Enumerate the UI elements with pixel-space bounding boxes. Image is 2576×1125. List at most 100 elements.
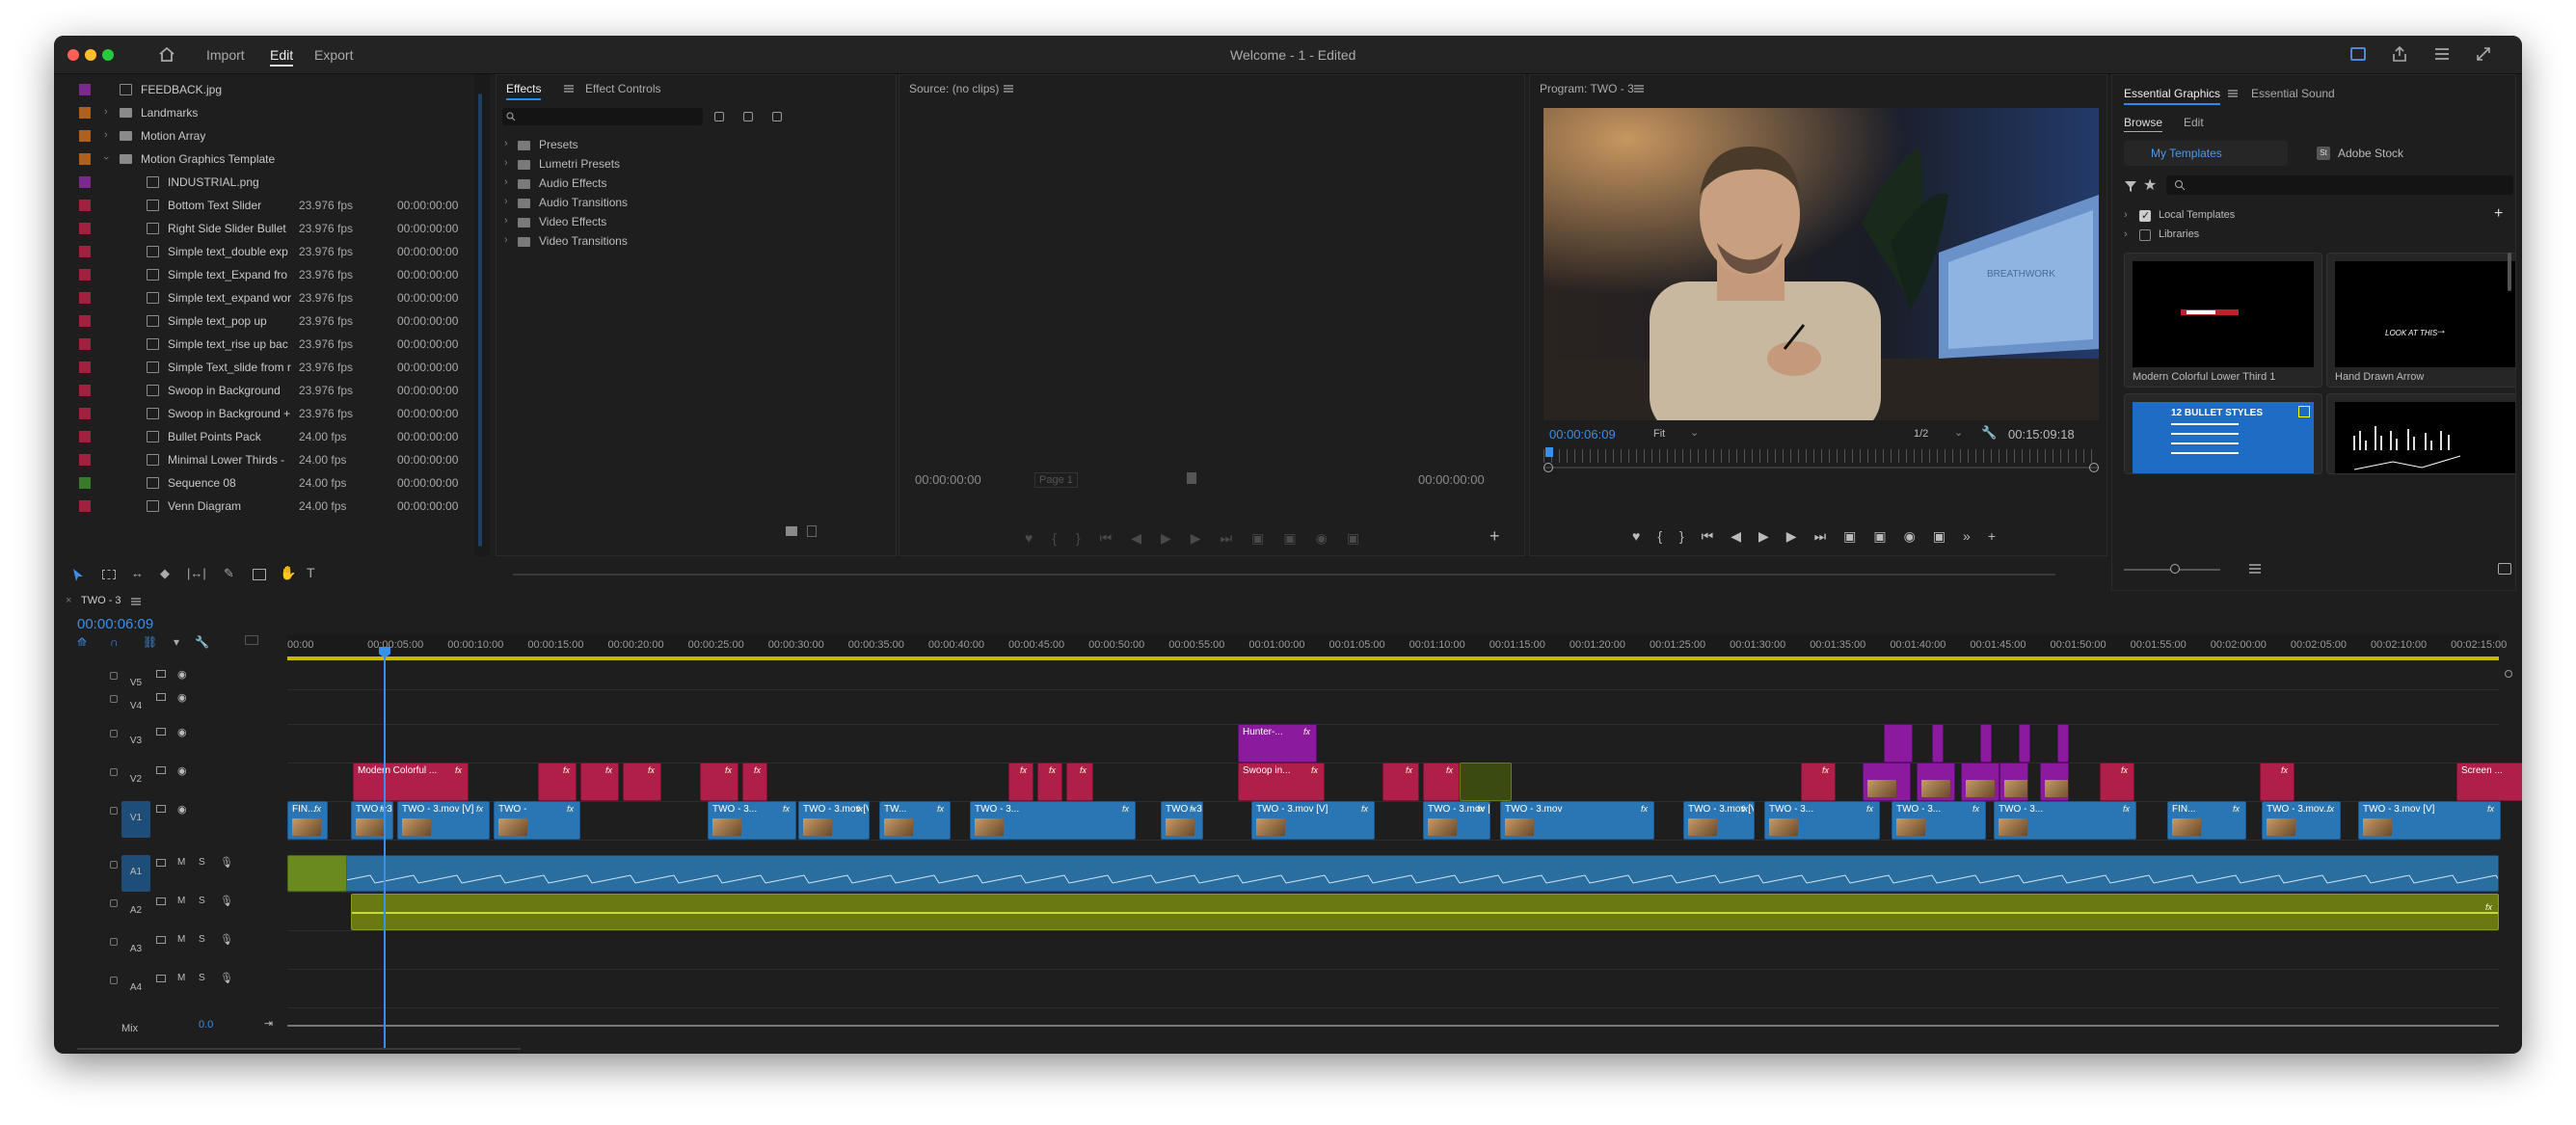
v1-clip[interactable]: TWO - 3.mov [V]fx <box>798 801 870 840</box>
ripple-edit-tool-icon[interactable]: ↔ <box>131 566 144 580</box>
v3-clip[interactable] <box>2019 724 2030 763</box>
accelerated-effects-icon[interactable] <box>714 112 724 121</box>
label-color-swatch[interactable] <box>79 130 91 142</box>
project-item[interactable]: Right Side Slider Bullet 23.976 fps 00:00:… <box>60 217 490 240</box>
mute-button[interactable]: M <box>177 896 185 906</box>
solo-button[interactable]: S <box>199 857 205 868</box>
a1-audio-clip[interactable] <box>287 855 2499 892</box>
v2-clip[interactable] <box>1460 763 1512 801</box>
eye-icon[interactable]: ◉ <box>177 764 187 777</box>
chevron-right-icon[interactable]: › <box>504 157 508 169</box>
label-color-swatch[interactable] <box>79 176 91 188</box>
panel-menu-icon[interactable] <box>2228 90 2238 97</box>
fit-select[interactable]: Fit <box>1653 428 1665 440</box>
v2-clip[interactable]: Swoop in... fx <box>1238 763 1325 801</box>
mix-keyframe-icon[interactable]: ⇥ <box>264 1017 273 1030</box>
project-item[interactable]: Simple text_double exp 23.976 fps 00:00:00… <box>60 240 490 263</box>
pen-tool-icon[interactable]: ✎ <box>224 566 234 581</box>
a2-music-clip[interactable]: fx <box>351 894 2499 930</box>
lock-icon[interactable] <box>110 695 118 703</box>
slip-tool-icon[interactable]: |↔| <box>187 566 206 580</box>
microphone-icon[interactable]: 🎙 <box>220 895 233 907</box>
mix-track-line[interactable] <box>287 1025 2499 1027</box>
v3-clip[interactable] <box>1884 724 1913 763</box>
project-item[interactable]: Minimal Lower Thirds - 24.00 fps 00:00:00:… <box>60 448 490 471</box>
chevron-down-icon[interactable]: ⌄ <box>1954 426 1963 439</box>
delete-icon[interactable] <box>807 525 817 537</box>
panel-menu-icon[interactable] <box>564 85 574 93</box>
my-templates-button[interactable]: My Templates <box>2124 141 2288 166</box>
program-video-frame[interactable]: BREATHWORK <box>1543 108 2099 420</box>
playhead[interactable] <box>384 649 386 1048</box>
chevron-right-icon[interactable]: › <box>104 106 108 118</box>
v2-clip[interactable] <box>1999 763 2028 801</box>
list-view-icon[interactable] <box>2249 563 2265 575</box>
adobe-stock-button[interactable]: St Adobe Stock <box>2292 141 2455 166</box>
v2-clip[interactable]: fx <box>1801 763 1836 801</box>
eye-icon[interactable]: ◉ <box>177 668 187 681</box>
label-color-swatch[interactable] <box>79 223 91 234</box>
label-color-swatch[interactable] <box>79 454 91 466</box>
toggle-sync-icon[interactable] <box>156 859 166 867</box>
add-marker-icon[interactable]: ▾ <box>174 635 179 649</box>
project-item[interactable]: FEEDBACK.jpg <box>60 78 490 101</box>
solo-button[interactable]: S <box>199 934 205 945</box>
chevron-down-icon[interactable]: ⌄ <box>1690 426 1699 439</box>
new-bin-icon[interactable] <box>786 526 797 536</box>
project-item[interactable]: Bottom Text Slider 23.976 fps 00:00:00:00 <box>60 194 490 217</box>
v2-clip[interactable]: fx <box>1037 763 1062 801</box>
toggle-sync-icon[interactable] <box>156 897 166 905</box>
solo-button[interactable]: S <box>199 973 205 983</box>
label-color-swatch[interactable] <box>79 269 91 281</box>
project-item[interactable]: Venn Diagram 24.00 fps 00:00:00:00 <box>60 495 490 518</box>
v3-clip[interactable]: Hunter-... fx <box>1238 724 1317 763</box>
fullscreen-icon[interactable] <box>2475 45 2492 63</box>
label-color-swatch[interactable] <box>79 315 91 327</box>
chevron-right-icon[interactable]: › <box>504 215 508 227</box>
panel-menu-icon[interactable] <box>1634 85 1644 93</box>
v2-clip[interactable]: fx <box>2100 763 2134 801</box>
v1-clip[interactable]: FIN... fx <box>287 801 328 840</box>
panel-menu-icon[interactable] <box>1004 85 1013 93</box>
v2-clip[interactable]: Screen ...fx <box>2456 763 2522 801</box>
v2-clip[interactable]: fx <box>1423 763 1460 801</box>
toggle-sync-icon[interactable] <box>156 670 166 678</box>
new-layer-icon[interactable] <box>2498 563 2511 575</box>
project-item[interactable]: › Motion Array <box>60 124 490 147</box>
slider-handle[interactable] <box>2170 564 2180 574</box>
project-scroll-track[interactable] <box>478 94 482 547</box>
toggle-sync-icon[interactable] <box>156 728 166 736</box>
v2-clip[interactable] <box>1961 763 1999 801</box>
lock-icon[interactable] <box>110 938 118 946</box>
close-window-button[interactable] <box>67 49 79 61</box>
project-item[interactable]: Bullet Points Pack 24.00 fps 00:00:00:00 <box>60 425 490 448</box>
effects-folder[interactable]: › Video Transitions <box>496 231 896 254</box>
resolution-select[interactable]: 1/2 <box>1914 428 1928 440</box>
libraries-checkbox[interactable] <box>2139 229 2151 241</box>
label-color-swatch[interactable] <box>79 362 91 373</box>
v2-clip[interactable]: fx <box>1066 763 1093 801</box>
project-item[interactable]: › Motion Graphics Template <box>60 147 490 171</box>
template-card[interactable]: 12 BULLET STYLES <box>2124 393 2322 474</box>
v2-clip[interactable]: fx <box>2260 763 2294 801</box>
panel-menu-icon[interactable] <box>131 598 141 605</box>
mix-value[interactable]: 0.0 <box>199 1019 213 1031</box>
project-item[interactable]: Swoop in Background + 23.976 fps 00:00:00:… <box>60 402 490 425</box>
toggle-sync-icon[interactable] <box>156 805 166 813</box>
mute-button[interactable]: M <box>177 934 185 945</box>
minimize-window-button[interactable] <box>85 49 96 61</box>
menu-export[interactable]: Export <box>314 47 353 63</box>
toggle-sync-icon[interactable] <box>156 766 166 774</box>
label-color-swatch[interactable] <box>79 292 91 304</box>
chevron-right-icon[interactable]: › <box>504 196 508 207</box>
project-item[interactable]: Simple text_expand wor 23.976 fps 00:00:00… <box>60 286 490 309</box>
filter-icon[interactable] <box>2124 179 2137 193</box>
v3-clip[interactable] <box>2057 724 2069 763</box>
lock-icon[interactable] <box>110 977 118 984</box>
v2-clip[interactable] <box>1917 763 1955 801</box>
v2-clip[interactable]: fx <box>1382 763 1419 801</box>
mute-button[interactable]: M <box>177 973 185 983</box>
mute-button[interactable]: M <box>177 857 185 868</box>
v1-clip[interactable]: TWO - 3.mov...fx <box>351 801 393 840</box>
v1-clip[interactable]: TWO - 3... fx <box>708 801 796 840</box>
